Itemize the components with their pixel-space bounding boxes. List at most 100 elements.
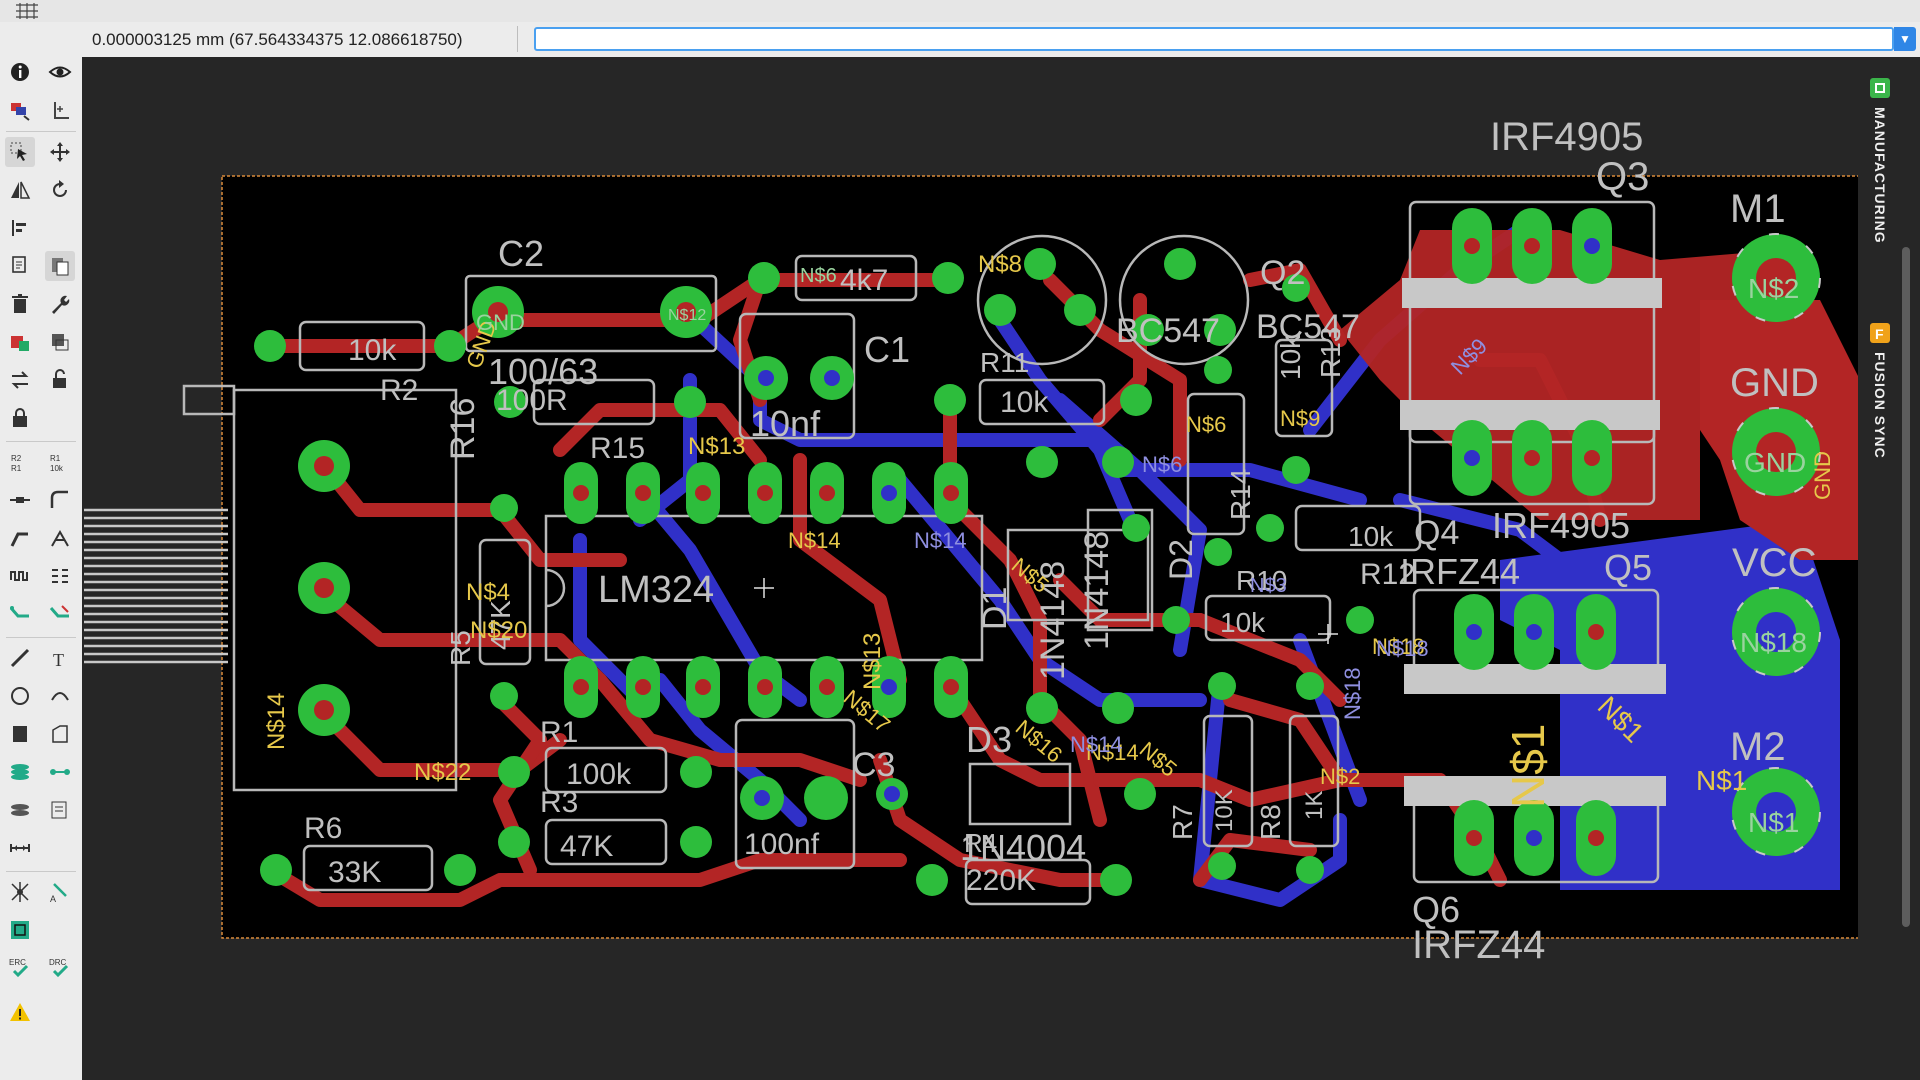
ribbon-connector-stripes [84,508,228,664]
command-bar: 0.000003125 mm (67.564334375 12.08661875… [0,22,1920,58]
add-icon[interactable] [5,327,35,357]
pcb-layout[interactable]: C2 100/63 10k R2 100R R15 R16 4k7 C1 10n… [82,57,1858,1080]
paste-icon[interactable] [45,251,75,281]
svg-text:N$2: N$2 [1748,273,1799,304]
eye-icon[interactable] [45,57,75,87]
right-panel: MANUFACTURING F FUSION SYNC [1858,57,1920,1080]
svg-text:LM324: LM324 [598,569,714,611]
command-input[interactable] [534,27,1894,51]
route-green-icon[interactable] [5,599,35,629]
autoroute-icon[interactable]: A [45,877,75,907]
fusion-sync-tab[interactable]: F FUSION SYNC [1862,322,1898,459]
svg-text:N$8: N$8 [978,251,1022,278]
move-icon[interactable] [45,137,75,167]
board-canvas[interactable]: C2 100/63 10k R2 100R R15 R16 4k7 C1 10n… [82,57,1858,1080]
drc-icon[interactable]: DRC [45,953,75,983]
replace-icon[interactable] [45,327,75,357]
unlock-icon[interactable] [45,365,75,395]
svg-text:47K: 47K [560,830,613,863]
fanout-icon[interactable] [45,561,75,591]
toolbar-separator [6,637,76,638]
svg-text:N$14: N$14 [263,693,290,750]
route-icon[interactable] [5,523,35,553]
svg-text:R1: R1 [540,716,578,749]
text-icon[interactable]: T [45,643,75,673]
polygon-icon[interactable] [45,719,75,749]
layers-icon[interactable] [5,95,35,125]
svg-text:N$14: N$14 [788,528,841,553]
split-icon[interactable] [5,485,35,515]
info-icon[interactable] [5,57,35,87]
svg-text:A: A [50,894,56,904]
select-icon[interactable] [5,137,35,167]
svg-text:1N4148: 1N4148 [1078,531,1116,650]
svg-text:10k: 10k [1000,386,1049,419]
svg-text:220K: 220K [966,864,1036,897]
route-multi-icon[interactable] [45,599,75,629]
grid-icon[interactable] [14,2,40,20]
svg-text:R13: R13 [1315,327,1346,378]
attribute-icon[interactable] [45,795,75,825]
miter-icon[interactable] [45,485,75,515]
svg-text:F: F [1875,326,1884,342]
svg-text:N$9: N$9 [1280,406,1320,431]
command-history-dropdown[interactable]: ▼ [1894,27,1916,51]
via-icon[interactable] [5,757,35,787]
svg-text:N$14: N$14 [1070,732,1123,757]
svg-text:R2: R2 [380,374,418,407]
copy-icon[interactable] [5,251,35,281]
svg-text:10k: 10k [1348,521,1394,552]
svg-text:R6: R6 [304,812,342,845]
dimension-icon[interactable] [5,833,35,863]
svg-text:100nf: 100nf [744,828,820,861]
delete-icon[interactable] [5,289,35,319]
lock-icon[interactable] [5,403,35,433]
mirror-icon[interactable] [5,175,35,205]
ratsnest-icon[interactable] [5,877,35,907]
value-icon[interactable]: R1 10k [45,447,75,477]
svg-text:Q5: Q5 [1604,547,1652,588]
warning-icon[interactable] [5,997,35,1027]
svg-text:R8: R8 [1255,804,1286,840]
manufacturing-tab[interactable]: MANUFACTURING [1862,77,1898,244]
coordinate-readout: 0.000003125 mm (67.564334375 12.08661875… [92,30,463,49]
swap-icon[interactable] [5,365,35,395]
svg-text:VCC: VCC [1732,541,1816,585]
svg-text:4k7: 4k7 [840,264,888,297]
svg-text:10k: 10k [50,464,64,473]
svg-text:DRC: DRC [49,958,67,967]
toolbar-separator [6,871,76,872]
hole-icon[interactable] [5,795,35,825]
ripup-icon[interactable] [45,523,75,553]
erc-icon[interactable]: ERC [5,953,35,983]
svg-text:IRF4905: IRF4905 [1492,505,1630,546]
board-outline-icon[interactable] [5,915,35,945]
signal-icon[interactable] [45,757,75,787]
align-icon[interactable] [5,213,35,243]
grid-origin-icon[interactable] [45,95,75,125]
manufacturing-icon [1870,78,1890,98]
svg-text:N$6: N$6 [1142,452,1182,477]
meander-icon[interactable] [5,561,35,591]
wire-icon[interactable] [5,643,35,673]
svg-text:Q4: Q4 [1414,514,1459,552]
rect-icon[interactable] [5,719,35,749]
svg-text:N$1: N$1 [1502,724,1554,808]
top-strip [0,0,1920,23]
svg-text:R4: R4 [964,828,997,858]
svg-text:R1: R1 [50,454,61,463]
svg-text:IRF4905: IRF4905 [1490,115,1643,159]
vertical-scrollbar[interactable] [1902,247,1910,927]
svg-text:R14: R14 [1225,469,1256,520]
arc-icon[interactable] [45,681,75,711]
circle-icon[interactable] [5,681,35,711]
chevron-down-icon: ▼ [1899,32,1911,46]
svg-text:100R: 100R [496,384,568,417]
fusion-sync-tab-label: FUSION SYNC [1872,352,1888,459]
command-separator [517,26,518,52]
svg-text:R2: R2 [11,454,22,463]
wrench-icon[interactable] [45,289,75,319]
svg-text:N$3: N$3 [1250,575,1287,597]
name-icon[interactable]: R2 R1 [5,447,35,477]
rotate-icon[interactable] [45,175,75,205]
